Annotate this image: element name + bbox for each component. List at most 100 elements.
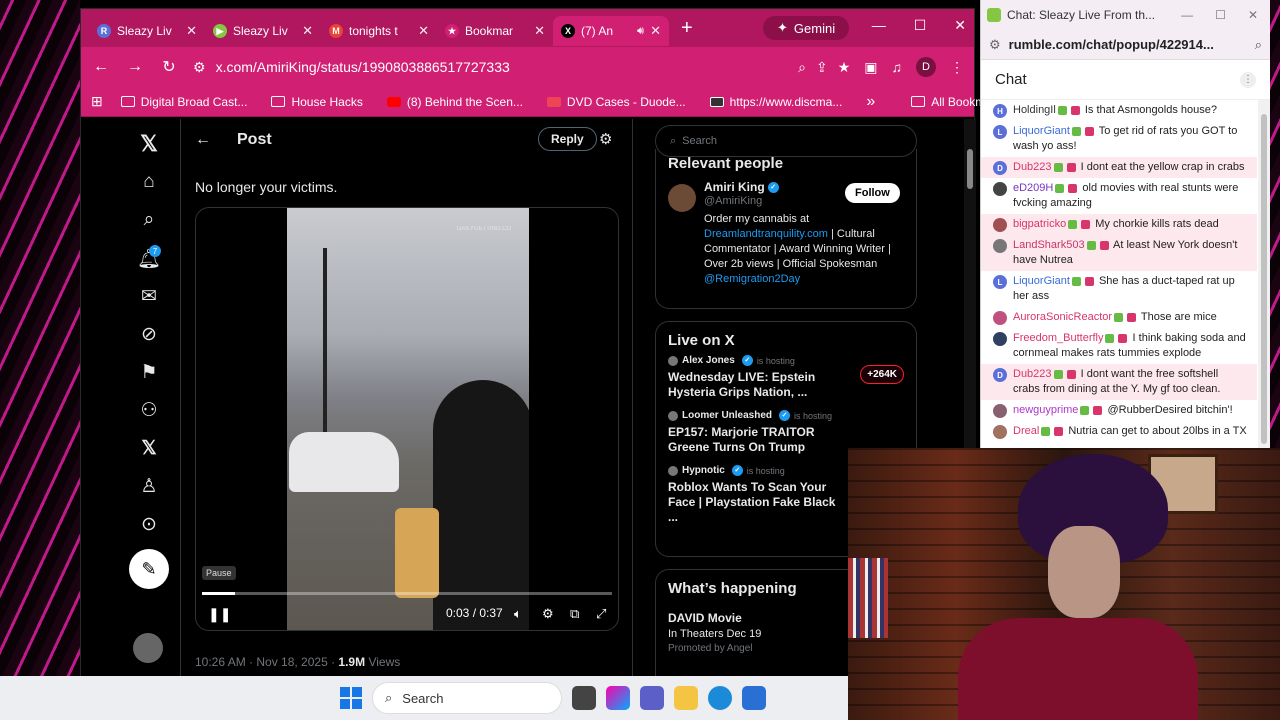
account-avatar[interactable] [133,633,163,663]
avatar[interactable] [993,332,1007,346]
minimize-icon[interactable]: — [1181,8,1193,22]
fullscreen-icon[interactable]: ⤢ [596,606,606,622]
chat-username[interactable]: AuroraSonicReactor [1013,311,1112,323]
live-title-text[interactable]: Wednesday LIVE: Epstein Hysteria Grips N… [668,370,838,400]
reply-button[interactable]: Reply [538,127,597,151]
more-icon[interactable]: ⊙ [137,513,161,536]
bookmark-item[interactable]: House Hacks [271,95,363,109]
chat-username[interactable]: Dreal [1013,425,1039,437]
browser-tab[interactable]: R Sleazy Liv ✕ [89,16,205,46]
chat-username[interactable]: LiquorGiant [1013,275,1070,287]
reload-icon[interactable]: ↻ [159,57,179,77]
live-title-text[interactable]: Roblox Wants To Scan Your Face | Playsta… [668,480,838,525]
chat-username[interactable]: LandShark503 [1013,239,1085,251]
bio-link[interactable]: Dreamlandtranquility.com [704,228,828,240]
chat-username[interactable]: bigpatricko [1013,218,1066,230]
browser-tab[interactable]: X (7) An 🔊︎ ✕ [553,16,669,46]
store-icon[interactable] [742,686,766,710]
person-handle[interactable]: @AmiriKing [704,195,762,207]
explore-icon[interactable]: ⌕ [137,209,161,231]
more-bookmarks-icon[interactable]: » [866,93,875,111]
chat-username[interactable]: LiquorGiant [1013,125,1070,137]
bookmark-item[interactable]: Digital Broad Cast... [120,95,247,109]
close-tab-icon[interactable]: ✕ [534,23,545,39]
gemini-button[interactable]: ✦ Gemini [763,16,850,40]
pause-icon[interactable]: ❚❚ [208,606,231,623]
x-logo-icon[interactable]: 𝕏 [137,131,161,157]
minimize-icon[interactable]: — [872,17,886,34]
browser-tab[interactable]: ▶ Sleazy Liv ✕ [205,16,321,46]
profile-avatar[interactable]: D [916,57,936,77]
teams-icon[interactable] [640,686,664,710]
sliders-icon[interactable]: ⚙ [599,130,612,148]
avatar[interactable]: L [993,125,1007,139]
chat-scroll-thumb[interactable] [1261,114,1267,444]
home-icon[interactable]: ⌂ [137,171,161,193]
avatar[interactable] [993,239,1007,253]
site-info-icon[interactable]: ⚙ [989,37,1001,53]
back-arrow-icon[interactable]: ← [91,58,111,76]
media-control-icon[interactable]: ♫ [892,59,903,75]
edge-icon[interactable] [708,686,732,710]
follow-button[interactable]: Follow [845,183,900,203]
bookmarks-icon[interactable]: ⚑ [137,361,161,384]
profile-icon[interactable]: ♙ [137,475,161,498]
settings-gear-icon[interactable]: ⚙ [542,606,554,622]
taskbar-search[interactable]: ⌕ Search [372,682,562,714]
file-explorer-icon[interactable] [674,686,698,710]
url-text[interactable]: x.com/AmiriKing/status/19908038865177273… [216,59,789,75]
avatar[interactable] [993,425,1007,439]
chat-username[interactable]: newguyprime [1013,404,1078,416]
relevant-person[interactable]: Amiri King ✓ @AmiriKing Follow Order my c… [656,178,916,285]
chat-username[interactable]: eD209H [1013,182,1053,194]
video-progress-bar[interactable] [202,592,612,595]
menu-kebab-icon[interactable]: ⋮ [950,59,964,76]
video-player[interactable]: DAILYGETTING.CO Pause ❚❚ 0:03 / 0:37 🔈︎ … [195,207,619,631]
apps-grid-icon[interactable]: ⊞ [91,93,103,110]
browser-tab[interactable]: ★ Bookmar ✕ [437,16,553,46]
avatar[interactable]: D [993,368,1007,382]
scroll-thumb[interactable] [967,149,973,189]
chat-username[interactable]: Dub223 [1013,161,1052,173]
person-name[interactable]: Amiri King ✓ [704,180,779,194]
pip-icon[interactable]: ⧉ [570,606,579,622]
windows-start-icon[interactable] [340,687,362,709]
chat-options-icon[interactable]: ⋮ [1240,71,1256,88]
new-tab-button[interactable]: + [681,17,705,40]
messages-icon[interactable]: ✉ [137,285,161,308]
avatar[interactable] [993,311,1007,325]
url-field[interactable]: ⚙ x.com/AmiriKing/status/199080388651772… [193,52,850,82]
chat-username[interactable]: HoldingIl [1013,104,1056,116]
compose-post-button[interactable]: ✎ [129,549,169,589]
bookmark-item[interactable]: (8) Behind the Scen... [386,95,523,109]
close-tab-icon[interactable]: ✕ [418,23,429,39]
avatar[interactable]: D [993,161,1007,175]
live-item[interactable]: Alex Jones ✓ is hosting Wednesday LIVE: Ep… [656,355,916,400]
communities-icon[interactable]: ⚇ [137,399,161,422]
bookmark-item[interactable]: DVD Cases - Duode... [546,95,686,109]
sidebar-icon[interactable]: ▣ [864,59,877,76]
maximize-icon[interactable]: ☐ [914,17,927,34]
maximize-icon[interactable]: ☐ [1215,8,1226,22]
avatar[interactable] [668,184,696,212]
grok-icon[interactable]: ⊘ [137,323,161,346]
video-frame[interactable]: DAILYGETTING.CO [287,208,529,630]
chat-username[interactable]: Freedom_Butterfly [1013,332,1103,344]
avatar[interactable]: L [993,275,1007,289]
premium-x-icon[interactable]: 𝕏 [137,437,161,460]
avatar[interactable]: H [993,104,1007,118]
bio-mention-link[interactable]: @Remigration2Day [704,273,800,285]
close-tab-icon[interactable]: ✕ [186,23,197,39]
close-tab-icon[interactable]: ✕ [302,23,313,39]
audio-icon[interactable]: 🔊︎ [637,25,644,38]
chat-message-list[interactable]: H HoldingIl Is that Asmongolds house? L L… [981,100,1257,448]
zoom-icon[interactable]: ⌕ [1255,37,1262,53]
avatar[interactable] [993,404,1007,418]
close-window-icon[interactable]: ✕ [954,17,966,34]
copilot-icon[interactable] [606,686,630,710]
volume-icon[interactable]: 🔈︎ [514,606,522,622]
task-view-icon[interactable] [572,686,596,710]
avatar[interactable] [993,182,1007,196]
close-tab-icon[interactable]: ✕ [650,23,661,39]
listener-count[interactable]: +264K [860,365,904,384]
